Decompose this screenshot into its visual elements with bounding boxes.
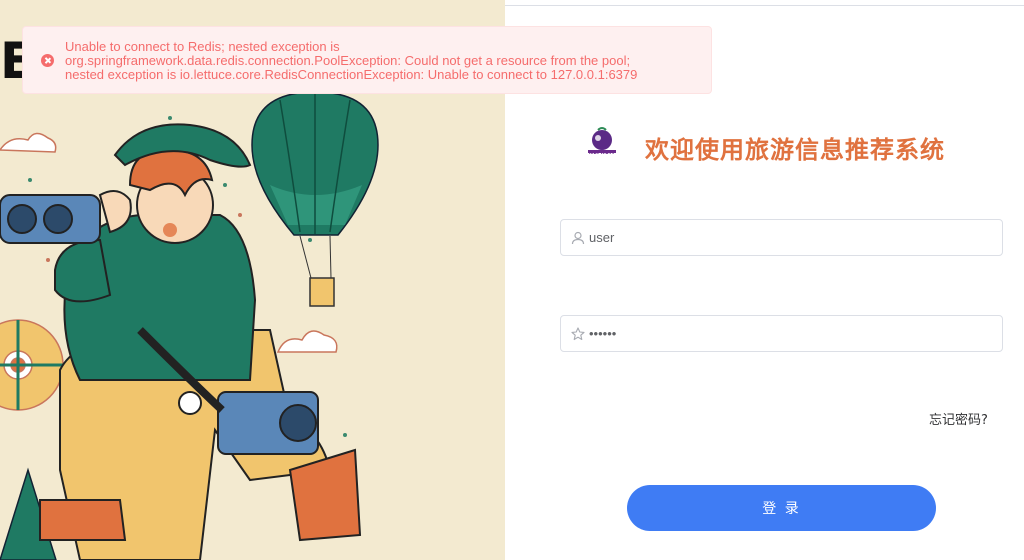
cloud-left	[0, 132, 57, 153]
forgot-password-link[interactable]: 忘记密码?	[929, 409, 988, 428]
error-alert: Unable to connect to Redis; nested excep…	[22, 26, 712, 94]
cloud-right	[276, 330, 338, 353]
error-line-2: org.springframework.data.redis.connectio…	[65, 53, 631, 68]
nefruit-logo-icon	[588, 127, 616, 153]
error-line-3: nested exception is io.lettuce.core.Redi…	[65, 67, 638, 82]
binoculars	[0, 194, 101, 244]
logo-caption: NEFRUIT	[588, 150, 616, 156]
star-icon	[571, 327, 585, 341]
username-input[interactable]	[589, 221, 994, 254]
error-message: Unable to connect to Redis; nested excep…	[65, 40, 705, 82]
top-divider	[505, 5, 1024, 6]
password-field[interactable]	[560, 315, 1003, 352]
error-circle-icon	[41, 54, 54, 67]
username-field[interactable]	[560, 219, 1003, 256]
user-icon	[571, 231, 585, 245]
error-line-1: Unable to connect to Redis; nested excep…	[65, 39, 340, 54]
hot-air-balloon	[251, 91, 379, 307]
wheel	[0, 319, 64, 411]
page-title: 欢迎使用旅游信息推荐系统	[645, 136, 945, 164]
password-input[interactable]	[589, 317, 994, 350]
login-button[interactable]: 登 录	[627, 485, 936, 531]
